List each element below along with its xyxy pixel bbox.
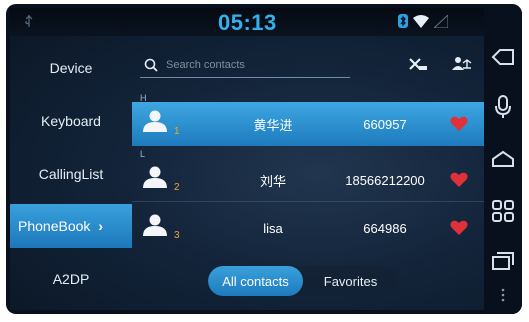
nav-bar [484,4,522,314]
bluetooth-icon [398,14,408,28]
contact-index: 1 [174,126,180,137]
avatar-icon [143,214,167,236]
heart-icon[interactable] [450,116,468,132]
mic-icon [495,95,511,118]
sidebar-item-device[interactable]: Device [10,46,132,90]
recents-icon [492,252,514,270]
sidebar-item-label: PhoneBook [18,218,91,234]
recents-button[interactable] [490,248,516,274]
sidebar-item-keyboard[interactable]: Keyboard [10,99,132,143]
contact-name: 刘华 [259,173,286,189]
voice-button[interactable] [490,94,516,120]
search-icon [144,58,158,72]
tab-all-contacts[interactable]: All contacts [208,266,303,296]
wifi-icon [413,14,429,28]
sidebar-item-label: Device [49,60,93,76]
contact-phone: 664986 [363,220,407,236]
search-box[interactable] [140,52,350,78]
heart-icon[interactable] [450,172,468,188]
contact-row[interactable]: 2 刘华 18566212200 [132,158,484,202]
status-icons [398,14,448,28]
screen: 05:13 Device Keyboard CallingList PhoneB… [10,8,484,310]
more-icon [501,288,505,302]
sidebar-item-label: CallingList [38,166,104,182]
avatar-icon [143,166,167,188]
contact-phone: 18566212200 [345,172,425,188]
signal-icon [434,14,448,28]
clear-contacts-icon[interactable] [408,56,428,72]
contact-name: lisa [263,220,283,236]
sidebar-item-a2dp[interactable]: A2DP [10,257,132,301]
contact-name: 黄华进 [253,117,293,133]
contact-index: 2 [174,182,180,193]
apps-icon [492,200,514,222]
contact-phone: 660957 [363,116,407,132]
clock: 05:13 [218,10,277,35]
back-button[interactable] [490,44,516,70]
sync-contacts-icon[interactable] [452,56,472,72]
sidebar-item-label: Keyboard [41,113,101,129]
more-button[interactable] [490,282,516,308]
chevron-right-icon: › [98,218,104,234]
contact-tabs: All contacts Favorites [208,266,398,296]
apps-button[interactable] [490,198,516,224]
heart-icon[interactable] [450,220,468,236]
contact-row[interactable]: 1 黄华进 660957 [132,102,484,146]
sidebar-item-label: A2DP [52,271,90,287]
device-frame: 05:13 Device Keyboard CallingList PhoneB… [6,4,522,314]
usb-icon [25,15,33,27]
row-divider [132,201,484,202]
search-input[interactable] [166,58,336,71]
sidebar-item-callinglist[interactable]: CallingList [10,152,132,196]
contacts-toolbar [134,38,484,90]
contact-row[interactable]: 3 lisa 664986 [132,206,484,250]
contact-list: H 1 黄华进 660957 L 2 刘华 18566212200 3 lisa… [132,90,484,310]
contact-index: 3 [174,230,180,241]
back-icon [491,49,514,65]
sidebar-item-phonebook[interactable]: PhoneBook › [10,204,132,248]
home-button[interactable] [490,146,516,172]
sidebar: Device Keyboard CallingList PhoneBook › … [10,38,132,310]
avatar-icon [143,110,167,132]
status-bar: 05:13 [10,8,484,36]
home-icon [492,150,514,167]
tab-favorites[interactable]: Favorites [303,266,398,296]
